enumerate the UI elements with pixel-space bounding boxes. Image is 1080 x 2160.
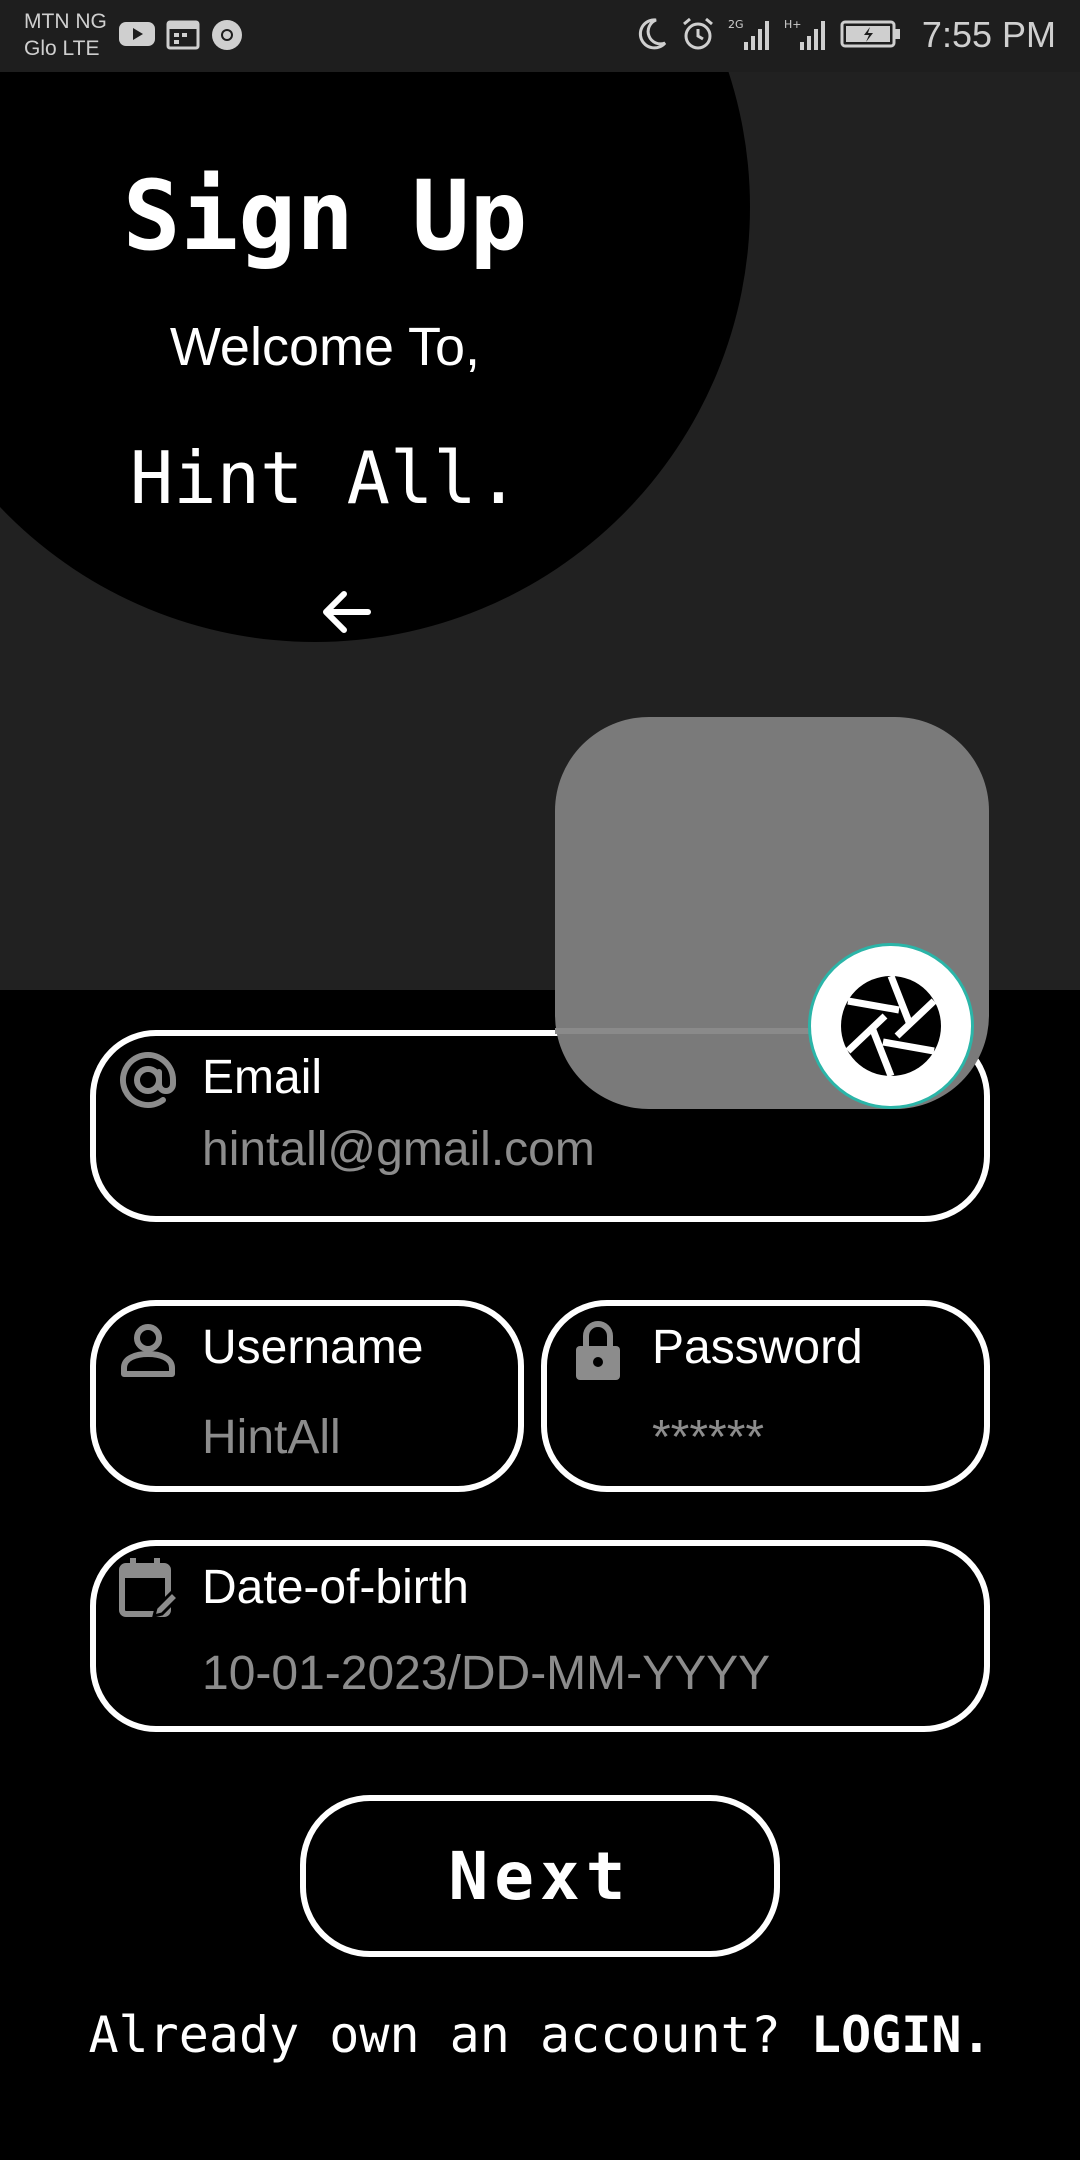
person-icon: [121, 1324, 175, 1377]
carrier-line-1: MTN NG: [24, 10, 107, 33]
dob-label: Date-of-birth: [202, 1561, 469, 1614]
alarm-icon: [683, 17, 713, 50]
email-label: Email: [202, 1051, 323, 1104]
chrome-icon: [212, 20, 242, 50]
password-value[interactable]: ******: [652, 1410, 764, 1465]
carrier-line-2: Glo LTE: [24, 37, 100, 60]
next-button[interactable]: Next: [300, 1795, 780, 1957]
login-link[interactable]: LOGIN.: [811, 2006, 992, 2064]
moon-icon: [638, 18, 667, 50]
calendar-icon: [166, 20, 200, 50]
status-left-icons: [118, 18, 244, 52]
login-prompt-text: Already own an account?: [88, 2006, 781, 2064]
youtube-icon: [119, 22, 155, 46]
svg-text:H+: H+: [784, 18, 802, 31]
calendar-edit-icon: [119, 1558, 180, 1619]
password-label: Password: [652, 1321, 863, 1374]
dob-value[interactable]: 10-01-2023/DD-MM-YYYY: [202, 1646, 770, 1701]
signal-2g-icon: 2G: [728, 18, 769, 50]
username-value[interactable]: HintAll: [202, 1410, 341, 1465]
lock-icon: [576, 1321, 620, 1380]
back-arrow-icon[interactable]: [318, 584, 374, 640]
status-time: 7:55 PM: [921, 14, 1056, 55]
status-right-icons: 2G H+: [636, 16, 902, 52]
username-label: Username: [202, 1321, 424, 1374]
page-title: Sign Up: [122, 160, 528, 272]
welcome-text: Welcome To,: [169, 317, 481, 377]
camera-button[interactable]: [808, 943, 974, 1109]
login-prompt: Already own an account? LOGIN.: [0, 2006, 1080, 2064]
battery-charging-icon: [840, 20, 900, 48]
signal-h-icon: H+: [784, 18, 825, 50]
email-value[interactable]: hintall@gmail.com: [202, 1122, 595, 1177]
app-name: Hint All.: [129, 436, 521, 520]
at-sign-icon: [120, 1052, 176, 1108]
carrier-info: MTN NG Glo LTE: [24, 8, 107, 62]
svg-text:2G: 2G: [728, 18, 744, 31]
camera-shutter-icon: [841, 974, 941, 1078]
